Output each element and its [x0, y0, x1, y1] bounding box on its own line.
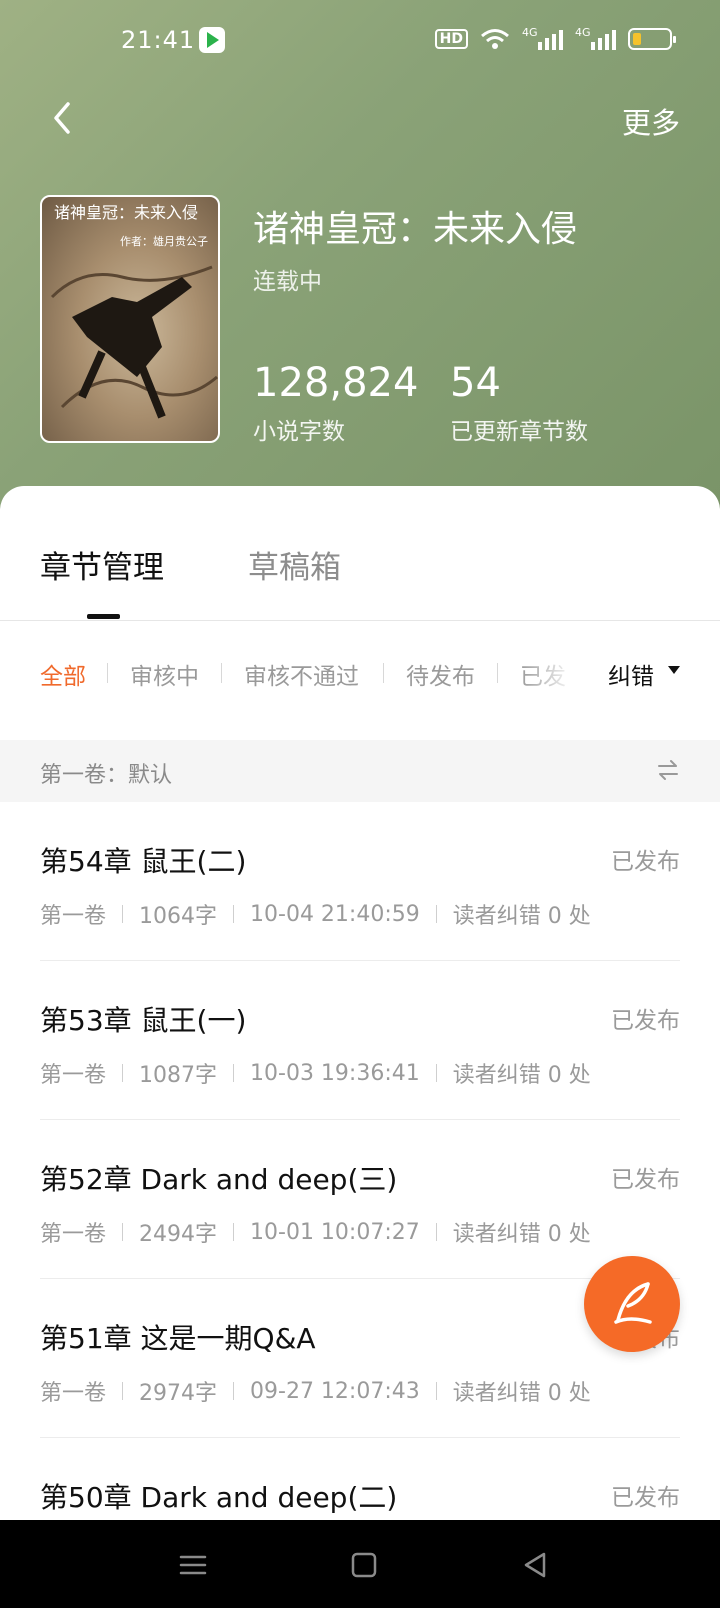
chapter-words: 2974字 — [139, 1381, 218, 1406]
filter-rejected[interactable]: 审核不通过 — [244, 657, 359, 691]
errata-dropdown[interactable]: 纠错 — [608, 657, 654, 691]
chapter-meta: 第一卷 2974字 09-27 12:07:43 读者纠错 0 处 — [40, 1375, 591, 1407]
write-chapter-button[interactable] — [584, 1256, 680, 1352]
swap-order-icon[interactable] — [656, 758, 680, 782]
status-bar: 21:41 HD 4G 4G — [0, 0, 720, 84]
tab-drafts[interactable]: 草稿箱 — [248, 542, 341, 587]
chapter-words: 1064字 — [139, 904, 218, 929]
chapter-errata: 读者纠错 0 处 — [452, 1063, 591, 1088]
chapter-status: 已发布 — [611, 849, 680, 875]
quill-pen-icon — [614, 1282, 652, 1324]
chapter-count-label: 已更新章节数 — [450, 419, 588, 445]
chapter-title: 第53章 鼠王(一) — [40, 1004, 247, 1037]
filter-pending[interactable]: 待发布 — [406, 657, 475, 691]
chapter-time: 10-03 19:36:41 — [250, 1060, 420, 1086]
chapter-meta: 第一卷 2494字 10-01 10:07:27 读者纠错 0 处 — [40, 1216, 591, 1248]
cover-author: 作者：雄月贵公子 — [120, 235, 208, 248]
back-triangle-icon[interactable] — [518, 1548, 552, 1582]
chapter-title: 第52章 Dark and deep(三) — [40, 1163, 398, 1196]
tab-indicator — [87, 614, 120, 619]
chapter-errata: 读者纠错 0 处 — [452, 1222, 591, 1247]
hd-voice-icon: HD — [434, 29, 468, 49]
word-count-label: 小说字数 — [253, 419, 345, 445]
chapter-volume: 第一卷 — [40, 1381, 107, 1406]
volume-header[interactable]: 第一卷：默认 — [0, 740, 720, 802]
filter-divider — [383, 663, 384, 683]
chapter-volume: 第一卷 — [40, 1063, 107, 1088]
volume-label: 第一卷：默认 — [40, 763, 173, 788]
signal-icon-1: 4G — [522, 26, 563, 50]
chapter-title: 第50章 Dark and deep(二) — [40, 1481, 398, 1514]
signal-icon-2: 4G — [575, 26, 616, 50]
chapter-list: 第54章 鼠王(二) 已发布 第一卷 1064字 10-04 21:40:59 … — [0, 802, 720, 1597]
wifi-icon — [480, 28, 510, 50]
chapter-meta: 第一卷 1087字 10-03 19:36:41 读者纠错 0 处 — [40, 1057, 591, 1089]
filter-all[interactable]: 全部 — [40, 657, 86, 691]
chapter-volume: 第一卷 — [40, 904, 107, 929]
chapter-status: 已发布 — [611, 1167, 680, 1193]
chapter-title: 第51章 这是一期Q&A — [40, 1322, 316, 1355]
chapter-words: 1087字 — [139, 1063, 218, 1088]
menu-icon[interactable] — [176, 1548, 210, 1582]
chapter-panel: 章节管理 草稿箱 全部 审核中 审核不通过 待发布 已发 纠错 第一卷：默认 第… — [0, 486, 720, 1597]
video-app-icon — [199, 27, 225, 53]
chapter-status: 已发布 — [611, 1008, 680, 1034]
chapter-time: 10-04 21:40:59 — [250, 901, 420, 927]
chapter-words: 2494字 — [139, 1222, 218, 1247]
book-cover[interactable]: 诸神皇冠：未来入侵 作者：雄月贵公子 — [40, 195, 220, 443]
status-filter-bar: 全部 审核中 审核不通过 待发布 已发 纠错 — [0, 621, 720, 725]
home-square-icon[interactable] — [347, 1548, 381, 1582]
filter-divider — [221, 663, 222, 683]
cover-title: 诸神皇冠：未来入侵 — [54, 203, 199, 222]
chapter-meta: 第一卷 1064字 10-04 21:40:59 读者纠错 0 处 — [40, 898, 591, 930]
chapter-errata: 读者纠错 0 处 — [452, 1381, 591, 1406]
battery-icon — [628, 28, 676, 50]
tab-chapter-management[interactable]: 章节管理 — [40, 542, 164, 587]
filter-divider — [107, 663, 108, 683]
caret-down-icon[interactable] — [668, 666, 680, 674]
book-status: 连载中 — [253, 269, 322, 295]
filter-divider — [497, 663, 498, 683]
chapter-volume: 第一卷 — [40, 1222, 107, 1247]
system-nav-bar — [0, 1520, 720, 1608]
back-button[interactable] — [44, 96, 84, 140]
book-title: 诸神皇冠：未来入侵 — [253, 209, 578, 250]
chapter-row[interactable]: 第53章 鼠王(一) 已发布 第一卷 1087字 10-03 19:36:41 … — [0, 961, 720, 1120]
chevron-left-icon — [54, 102, 70, 134]
word-count: 128,824 — [253, 360, 419, 406]
tab-bar: 章节管理 草稿箱 — [0, 486, 720, 621]
chapter-time: 10-01 10:07:27 — [250, 1219, 420, 1245]
chapter-status: 已发布 — [611, 1485, 680, 1511]
status-time: 21:41 — [121, 26, 196, 54]
filter-reviewing[interactable]: 审核中 — [130, 657, 199, 691]
cover-artwork — [50, 265, 218, 419]
chapter-count: 54 — [450, 360, 501, 406]
chapter-time: 09-27 12:07:43 — [250, 1378, 420, 1404]
chapter-row[interactable]: 第52章 Dark and deep(三) 已发布 第一卷 2494字 10-0… — [0, 1120, 720, 1279]
chapter-row[interactable]: 第54章 鼠王(二) 已发布 第一卷 1064字 10-04 21:40:59 … — [0, 802, 720, 961]
chapter-title: 第54章 鼠王(二) — [40, 845, 247, 878]
chapter-errata: 读者纠错 0 处 — [452, 904, 591, 929]
more-button[interactable]: 更多 — [622, 100, 680, 142]
filter-fade — [520, 641, 590, 701]
